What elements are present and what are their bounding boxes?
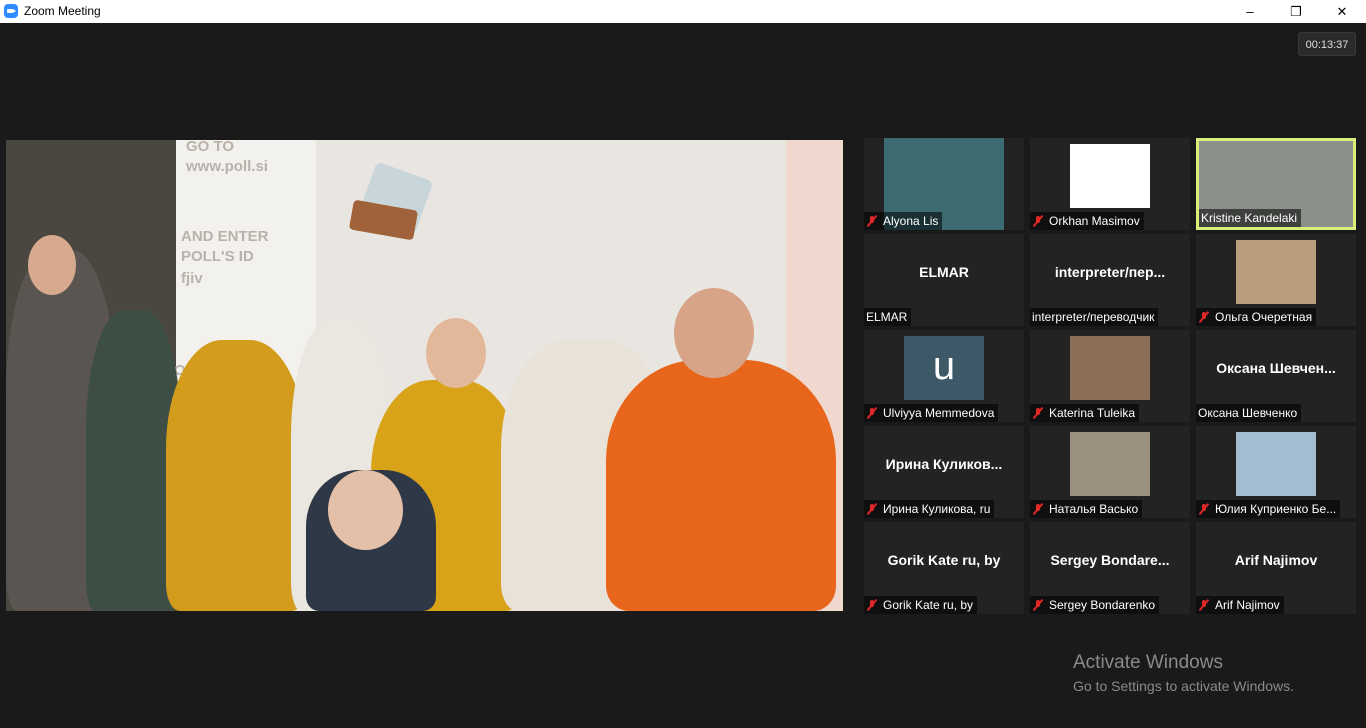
person-face bbox=[674, 288, 754, 378]
participant-name: Katerina Tuleika bbox=[1049, 406, 1136, 420]
participant-tile[interactable]: interpreter/пер... interpreter/переводчик bbox=[1030, 234, 1190, 326]
muted-microphone-icon bbox=[1032, 599, 1044, 611]
minimize-button[interactable]: – bbox=[1227, 0, 1273, 23]
banner-text: www.poll.si bbox=[186, 158, 268, 175]
participant-video bbox=[1236, 240, 1316, 304]
meeting-timer: 00:13:37 bbox=[1298, 32, 1356, 56]
participant-name: interpreter/переводчик bbox=[1032, 310, 1155, 324]
participant-name: Arif Najimov bbox=[1215, 598, 1280, 612]
participant-name: Наталья Васько bbox=[1049, 502, 1139, 516]
participant-display-name: Gorik Kate ru, by bbox=[887, 552, 1001, 568]
participant-name-label: Kristine Kandelaki bbox=[1199, 209, 1302, 227]
person-face bbox=[426, 318, 486, 388]
participant-display-name: Ирина Куликов... bbox=[885, 456, 1003, 472]
person-face bbox=[28, 235, 76, 295]
participant-tile[interactable]: Ольга Очеретная bbox=[1196, 234, 1356, 326]
avatar: u bbox=[904, 336, 984, 400]
participant-tile[interactable]: Katerina Tuleika bbox=[1030, 330, 1190, 422]
participant-name: Gorik Kate ru, by bbox=[883, 598, 974, 612]
participant-name: Alyona Lis bbox=[883, 214, 939, 228]
participant-name: Оксана Шевченко bbox=[1198, 406, 1298, 420]
participant-tile[interactable]: Ирина Куликов... Ирина Куликова, ru bbox=[864, 426, 1024, 518]
participant-tile[interactable]: Gorik Kate ru, by Gorik Kate ru, by bbox=[864, 522, 1024, 614]
participant-tile[interactable]: Sergey Bondare... Sergey Bondarenko bbox=[1030, 522, 1190, 614]
muted-microphone-icon bbox=[1198, 503, 1210, 515]
person-face bbox=[328, 470, 403, 550]
participant-name-label: Orkhan Masimov bbox=[1030, 212, 1144, 230]
participant-name: Kristine Kandelaki bbox=[1201, 211, 1298, 225]
participant-video bbox=[1070, 144, 1150, 208]
windows-activation-watermark: Activate Windows Go to Settings to activ… bbox=[1073, 652, 1294, 694]
participant-tile[interactable]: Оксана Шевчен... Оксана Шевченко bbox=[1196, 330, 1356, 422]
banner-text: AND ENTER bbox=[181, 228, 269, 245]
muted-microphone-icon bbox=[866, 407, 878, 419]
participant-tile[interactable]: ELMAR ELMAR bbox=[864, 234, 1024, 326]
watermark-title: Activate Windows bbox=[1073, 652, 1223, 673]
participant-name: ELMAR bbox=[866, 310, 908, 324]
maximize-button[interactable]: ❐ bbox=[1273, 0, 1319, 23]
muted-microphone-icon bbox=[1032, 215, 1044, 227]
participant-name-label: Sergey Bondarenko bbox=[1030, 596, 1160, 614]
window-title: Zoom Meeting bbox=[24, 4, 101, 18]
zoom-logo-icon bbox=[4, 4, 18, 18]
participant-video bbox=[1070, 432, 1150, 496]
participant-display-name: interpreter/пер... bbox=[1054, 264, 1166, 280]
participant-display-name: Sergey Bondare... bbox=[1050, 552, 1170, 568]
banner-text: fjiv bbox=[181, 270, 203, 287]
participant-tile[interactable]: Arif Najimov Arif Najimov bbox=[1196, 522, 1356, 614]
participant-name-label: ELMAR bbox=[864, 308, 912, 326]
participant-name-label: Ольга Очеретная bbox=[1196, 308, 1317, 326]
participant-name-label: Gorik Kate ru, by bbox=[864, 596, 978, 614]
participant-display-name: ELMAR bbox=[919, 264, 969, 280]
title-bar: Zoom Meeting – ❐ ✕ bbox=[0, 0, 1366, 23]
muted-microphone-icon bbox=[1032, 407, 1044, 419]
participant-tile[interactable]: Наталья Васько bbox=[1030, 426, 1190, 518]
watermark-subtitle: Go to Settings to activate Windows. bbox=[1073, 678, 1294, 694]
banner-text: POLL'S ID bbox=[181, 248, 254, 265]
participant-name: Sergey Bondarenko bbox=[1049, 598, 1156, 612]
muted-microphone-icon bbox=[866, 503, 878, 515]
participant-name-label: Оксана Шевченко bbox=[1196, 404, 1302, 422]
participant-tile[interactable]: Alyona Lis bbox=[864, 138, 1024, 230]
participant-name-label: Ulviyya Memmedova bbox=[864, 404, 999, 422]
participant-tile[interactable]: Kristine Kandelaki bbox=[1196, 138, 1356, 230]
person-shape bbox=[166, 340, 306, 611]
participant-name-label: Arif Najimov bbox=[1196, 596, 1284, 614]
participant-tile[interactable]: Юлия Куприенко Бе... bbox=[1196, 426, 1356, 518]
muted-microphone-icon bbox=[1198, 599, 1210, 611]
participant-tile[interactable]: u Ulviyya Memmedova bbox=[864, 330, 1024, 422]
participant-name: Ольга Очеретная bbox=[1215, 310, 1313, 324]
muted-microphone-icon bbox=[1198, 311, 1210, 323]
participant-video bbox=[1070, 336, 1150, 400]
participant-name-label: Юлия Куприенко Бе... bbox=[1196, 500, 1341, 518]
banner-text: GO TO bbox=[186, 140, 235, 155]
participant-display-name: Оксана Шевчен... bbox=[1216, 360, 1336, 376]
participant-name: Ирина Куликова, ru bbox=[883, 502, 991, 516]
participant-name-label: Ирина Куликова, ru bbox=[864, 500, 995, 518]
muted-microphone-icon bbox=[866, 599, 878, 611]
close-button[interactable]: ✕ bbox=[1319, 0, 1365, 23]
participant-name-label: Katerina Tuleika bbox=[1030, 404, 1140, 422]
participant-display-name: Arif Najimov bbox=[1234, 552, 1318, 568]
muted-microphone-icon bbox=[1032, 503, 1044, 515]
participant-video bbox=[1236, 432, 1316, 496]
participant-tile[interactable]: Orkhan Masimov bbox=[1030, 138, 1190, 230]
participant-name: Orkhan Masimov bbox=[1049, 214, 1140, 228]
participant-name-label: interpreter/переводчик bbox=[1030, 308, 1159, 326]
shared-screen: GO TO www.poll.si AND ENTER POLL'S ID fj… bbox=[6, 140, 843, 611]
person-shape bbox=[606, 360, 836, 611]
muted-microphone-icon bbox=[866, 215, 878, 227]
participant-name-label: Наталья Васько bbox=[1030, 500, 1143, 518]
participant-name-label: Alyona Lis bbox=[864, 212, 943, 230]
participant-name: Ulviyya Memmedova bbox=[883, 406, 995, 420]
participant-name: Юлия Куприенко Бе... bbox=[1215, 502, 1337, 516]
